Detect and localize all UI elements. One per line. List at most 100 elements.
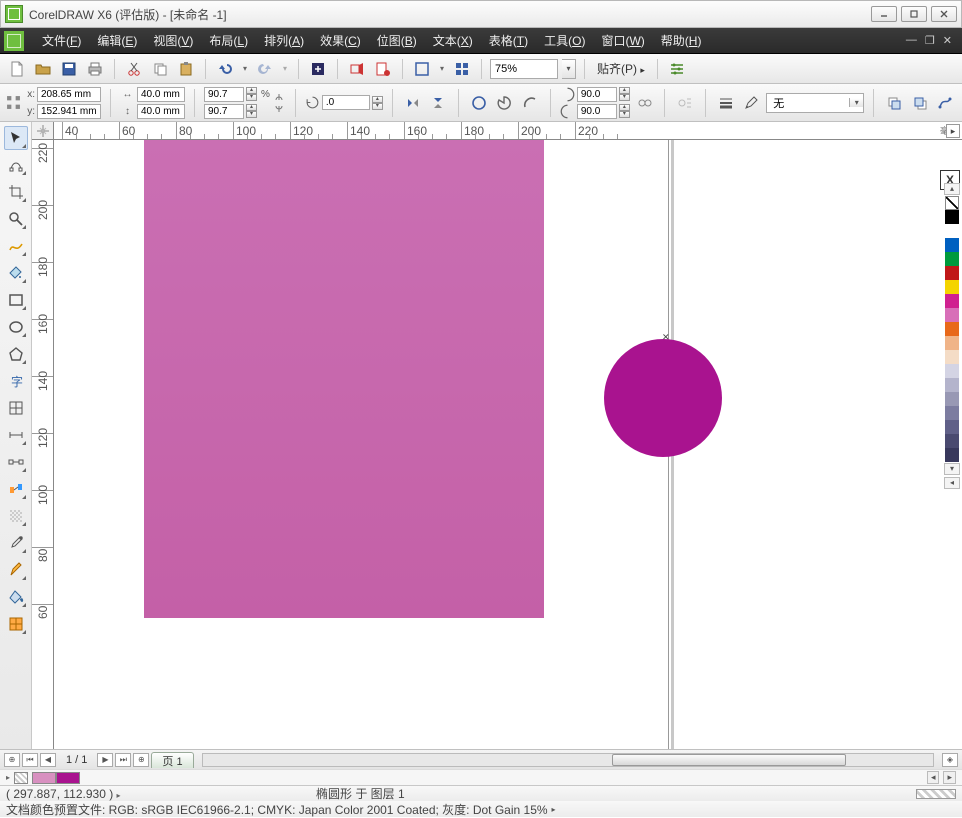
menu-h[interactable]: 帮助(H) — [653, 28, 710, 53]
navigator-button[interactable]: ◈ — [942, 753, 958, 767]
menu-e[interactable]: 编辑(E) — [89, 28, 145, 53]
minimize-button[interactable] — [871, 6, 897, 22]
import-button[interactable] — [307, 58, 329, 80]
palette-swatch-12[interactable] — [945, 378, 959, 392]
fullscreen-button[interactable] — [411, 58, 433, 80]
wrap-text-button[interactable] — [674, 92, 696, 114]
palette-swatch-0[interactable] — [945, 210, 959, 224]
end-angle-spinner[interactable]: ▴▾ — [619, 104, 630, 118]
direction-button[interactable] — [634, 92, 656, 114]
palette-swatch-14[interactable] — [945, 406, 959, 420]
palette-swatch-6[interactable] — [945, 294, 959, 308]
smart-fill-tool[interactable] — [4, 261, 28, 285]
table-tool[interactable] — [4, 396, 28, 420]
pick-tool[interactable] — [4, 126, 28, 150]
palette-swatch-2[interactable] — [945, 238, 959, 252]
interactive-blend-tool[interactable] — [4, 477, 28, 501]
new-button[interactable] — [6, 58, 28, 80]
vertical-ruler[interactable]: 2202001801601401201008060 — [32, 140, 54, 749]
palette-swatch-15[interactable] — [945, 420, 959, 434]
redo-button[interactable] — [254, 58, 276, 80]
palette-swatch-4[interactable] — [945, 266, 959, 280]
scale-x-input[interactable] — [204, 87, 244, 102]
horizontal-scrollbar[interactable] — [202, 753, 934, 767]
first-page-button[interactable]: ⏮ — [22, 753, 38, 767]
add-page-after-button[interactable]: ⊕ — [133, 753, 149, 767]
fill-indicator[interactable] — [916, 789, 956, 799]
end-angle-input[interactable] — [577, 104, 617, 119]
menu-f[interactable]: 文件(F) — [34, 28, 89, 53]
document-color-1[interactable] — [56, 772, 80, 784]
rectangle-tool[interactable] — [4, 288, 28, 312]
mesh-fill-tool[interactable] — [4, 612, 28, 636]
outline-width-dropdown[interactable]: ▾ — [849, 98, 863, 107]
paste-button[interactable] — [175, 58, 197, 80]
ruler-origin-button[interactable] — [32, 122, 54, 140]
mdi-minimize-button[interactable]: — — [906, 34, 917, 47]
palette-swatch-9[interactable] — [945, 336, 959, 350]
palette-flyout-button[interactable]: ◂ — [944, 477, 960, 489]
corel-logo-icon[interactable] — [4, 31, 24, 51]
fullscreen-dropdown[interactable]: ▾ — [437, 58, 447, 80]
arc-button[interactable] — [519, 92, 541, 114]
horizontal-ruler[interactable]: 毫米406080100120140160180200220 — [54, 122, 962, 140]
redo-dropdown[interactable]: ▾ — [280, 58, 290, 80]
interactive-fill-tool[interactable] — [4, 585, 28, 609]
mirror-vertical-button[interactable] — [427, 92, 449, 114]
scale-x-spinner[interactable]: ▴▾ — [246, 87, 257, 101]
document-color-0[interactable] — [32, 772, 56, 784]
no-color-swatch[interactable] — [945, 196, 959, 210]
lock-ratio-button[interactable] — [272, 88, 286, 118]
outline-tool[interactable] — [4, 558, 28, 582]
open-button[interactable] — [32, 58, 54, 80]
magenta-ellipse-object[interactable] — [604, 339, 722, 457]
palette-swatch-7[interactable] — [945, 308, 959, 322]
freehand-tool[interactable] — [4, 234, 28, 258]
last-page-button[interactable]: ⏭ — [115, 753, 131, 767]
undo-dropdown[interactable]: ▾ — [240, 58, 250, 80]
menu-t[interactable]: 表格(T) — [481, 28, 536, 53]
palette-swatch-3[interactable] — [945, 252, 959, 266]
connector-tool[interactable] — [4, 450, 28, 474]
palette-scroll-down-button[interactable]: ▾ — [944, 463, 960, 475]
pie-button[interactable] — [494, 92, 516, 114]
add-page-button[interactable]: ⊕ — [4, 753, 20, 767]
palette-swatch-1[interactable] — [945, 224, 959, 238]
palette-swatch-8[interactable] — [945, 322, 959, 336]
zoom-input[interactable] — [490, 59, 558, 79]
crop-tool[interactable] — [4, 180, 28, 204]
mdi-restore-button[interactable]: ❐ — [925, 34, 935, 47]
eyedropper-tool[interactable] — [4, 531, 28, 555]
maximize-button[interactable] — [901, 6, 927, 22]
menu-c[interactable]: 效果(C) — [312, 28, 369, 53]
shape-tool[interactable] — [4, 153, 28, 177]
eyedropper-icon[interactable] — [14, 772, 28, 784]
mirror-horizontal-button[interactable] — [402, 92, 424, 114]
dimension-tool[interactable] — [4, 423, 28, 447]
palette-right-button[interactable]: ▸ — [943, 771, 956, 784]
zoom-dropdown[interactable]: ▾ — [562, 59, 576, 79]
palette-menu-button[interactable]: ▸ — [6, 773, 10, 782]
polygon-tool[interactable] — [4, 342, 28, 366]
outline-width-select[interactable]: 无 — [767, 95, 849, 111]
palette-left-button[interactable]: ◂ — [927, 771, 940, 784]
palette-swatch-13[interactable] — [945, 392, 959, 406]
palette-swatch-10[interactable] — [945, 350, 959, 364]
ellipse-tool[interactable] — [4, 315, 28, 339]
app-launcher-button[interactable] — [451, 58, 473, 80]
menu-a[interactable]: 排列(A) — [256, 28, 312, 53]
convert-curves-button[interactable] — [934, 92, 956, 114]
width-input[interactable] — [137, 87, 185, 102]
x-position-input[interactable] — [37, 87, 101, 102]
palette-swatch-11[interactable] — [945, 364, 959, 378]
palette-swatch-16[interactable] — [945, 434, 959, 448]
undo-button[interactable] — [214, 58, 236, 80]
mdi-close-button[interactable]: ✕ — [943, 34, 952, 47]
menu-o[interactable]: 工具(O) — [536, 28, 593, 53]
save-button[interactable] — [58, 58, 80, 80]
palette-swatch-17[interactable] — [945, 448, 959, 462]
cut-button[interactable] — [123, 58, 145, 80]
print-button[interactable] — [84, 58, 106, 80]
view-navigator-button[interactable]: ▸ — [946, 124, 960, 138]
transparency-tool[interactable] — [4, 504, 28, 528]
